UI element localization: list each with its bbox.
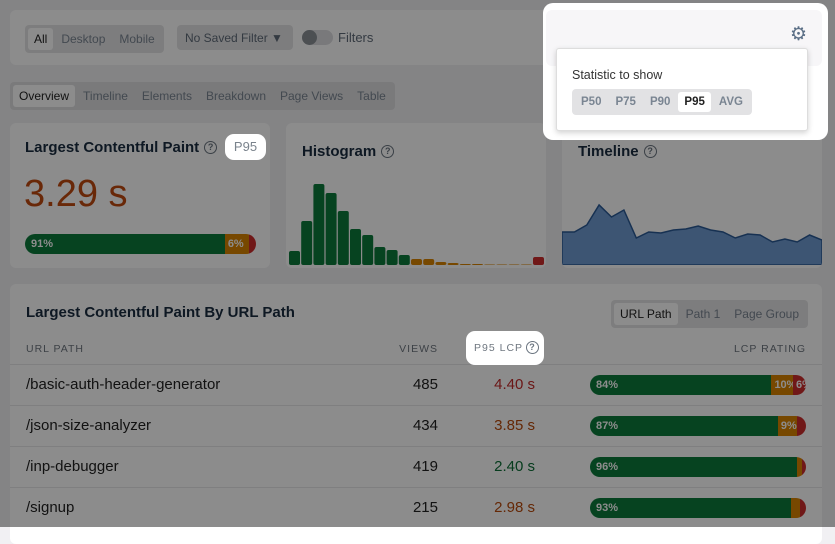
popover-title: Statistic to show — [572, 68, 663, 82]
stat-p75[interactable]: P75 — [609, 92, 641, 112]
settings-highlight: ⚙ Statistic to show P50 P75 P90 P95 AVG — [543, 3, 828, 140]
stat-avg[interactable]: AVG — [713, 92, 749, 112]
stat-p90[interactable]: P90 — [644, 92, 676, 112]
gear-icon[interactable]: ⚙ — [790, 23, 807, 46]
header-lcp[interactable]: P95 LCP? — [466, 331, 544, 365]
lcp-stat-badge[interactable]: P95 — [225, 134, 266, 160]
header-lcp-label: P95 LCP — [474, 342, 524, 354]
stat-p50[interactable]: P50 — [575, 92, 607, 112]
statistic-segmented: P50 P75 P90 P95 AVG — [572, 89, 752, 115]
stat-p95[interactable]: P95 — [678, 92, 711, 112]
statistic-popover: Statistic to show P50 P75 P90 P95 AVG — [556, 48, 808, 131]
help-icon[interactable]: ? — [526, 341, 540, 354]
